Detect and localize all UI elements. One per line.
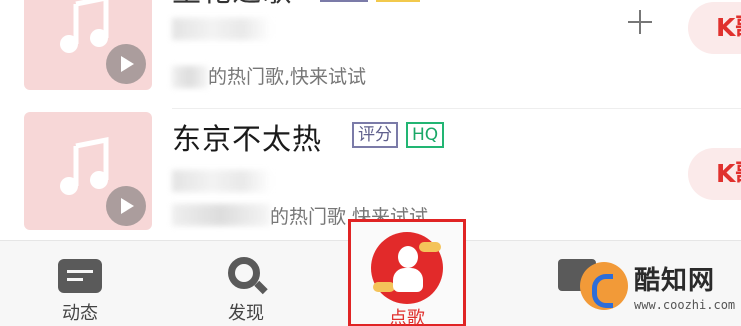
- message-icon: [58, 259, 102, 293]
- tab-label: 动态: [62, 303, 98, 324]
- score-tag: 评分: [352, 122, 398, 148]
- search-icon: [228, 257, 260, 289]
- song-title: 东京不太热: [172, 122, 323, 156]
- song-list-item[interactable]: 东京不太热 评分 HQ 的热门歌 快来试试 K歌: [0, 112, 741, 236]
- music-note-icon: [60, 0, 109, 53]
- artist-name-blurred: [172, 170, 272, 192]
- watermark-logo-icon: [580, 262, 628, 310]
- song-title: 生花之歌: [172, 0, 292, 10]
- tab-song-request[interactable]: 点歌: [348, 219, 466, 326]
- hq-tag: [376, 0, 420, 2]
- k-song-button[interactable]: K歌: [688, 2, 741, 54]
- song-cover[interactable]: [24, 0, 152, 90]
- song-request-icon: [371, 232, 443, 304]
- watermark-title: 酷知网: [634, 266, 716, 296]
- tab-dynamic[interactable]: 动态: [20, 241, 140, 326]
- desc-blurred: [172, 66, 208, 88]
- watermark-url: www.coozhi.com: [634, 298, 736, 312]
- tab-discover[interactable]: 发现: [186, 241, 306, 326]
- artist-name-blurred: [172, 18, 272, 40]
- hq-tag: HQ: [406, 122, 445, 148]
- divider: [172, 108, 741, 109]
- tab-label: 点歌: [389, 308, 425, 326]
- watermark: 酷知网 www.coozhi.com: [580, 258, 740, 322]
- play-icon[interactable]: [106, 186, 146, 226]
- music-note-icon: [60, 136, 109, 195]
- song-description: 的热门歌,快来试试: [208, 66, 367, 88]
- play-icon[interactable]: [106, 44, 146, 84]
- tab-label: 发现: [228, 303, 264, 324]
- score-tag: [320, 0, 368, 2]
- k-song-button[interactable]: K歌: [688, 148, 741, 200]
- song-cover[interactable]: [24, 112, 152, 230]
- song-list-item[interactable]: 生花之歌 的热门歌,快来试试 K歌: [0, 0, 741, 109]
- add-icon[interactable]: [628, 10, 652, 34]
- desc-blurred: [172, 204, 270, 226]
